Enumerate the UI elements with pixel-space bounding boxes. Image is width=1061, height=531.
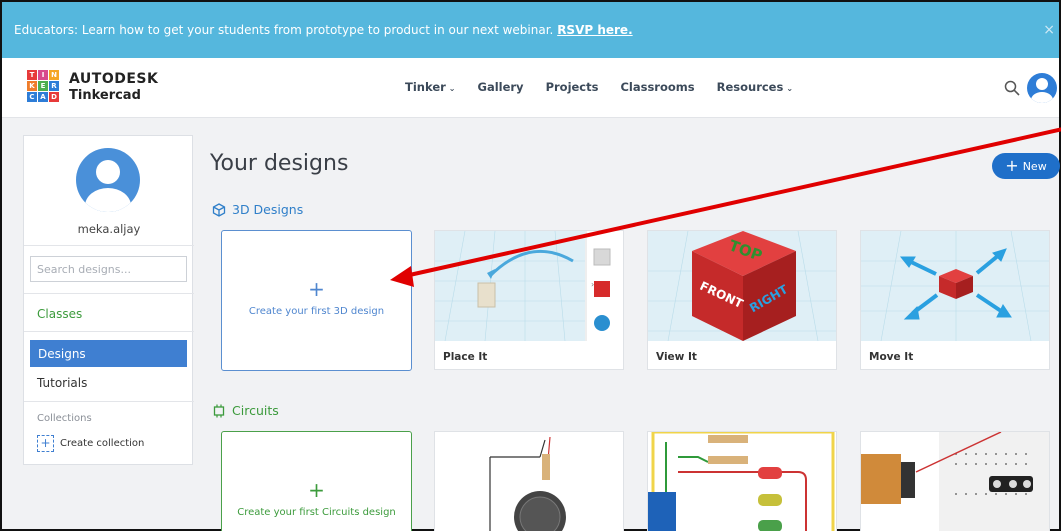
brand-tinkercad[interactable]: Tinkercad	[69, 88, 141, 103]
cube-icon	[212, 202, 226, 217]
banner-text: Educators: Learn how to get your student…	[14, 23, 558, 37]
circuit-card-1[interactable]	[434, 431, 624, 531]
logo-letter: N	[49, 70, 59, 80]
username[interactable]: meka.aljay	[24, 222, 194, 236]
search-designs-input[interactable]: Search designs...	[30, 256, 187, 282]
logo-letter: C	[27, 92, 37, 102]
nav-tinker[interactable]: Tinker ⌄	[405, 80, 456, 94]
view-it-thumbnail: TOP FRONT RIGHT	[648, 231, 836, 341]
logo-letter: K	[27, 81, 37, 91]
user-avatar[interactable]	[1027, 73, 1057, 103]
plus-icon: +	[308, 478, 325, 502]
collections-heading: Collections	[37, 413, 92, 424]
circuit-card-2[interactable]	[647, 431, 837, 531]
plus-icon: +	[308, 277, 325, 301]
design-card-place-it[interactable]: › Place It	[434, 230, 624, 370]
brand-autodesk[interactable]: AUTODESK	[69, 71, 158, 87]
nav-gallery[interactable]: Gallery	[478, 80, 524, 94]
logo-letter: D	[49, 92, 59, 102]
plus-icon: +	[37, 435, 54, 452]
plus-icon: +	[1005, 156, 1019, 175]
nav-resources[interactable]: Resources ⌄	[717, 80, 793, 94]
design-title: Place It	[443, 351, 488, 363]
page-title: Your designs	[210, 151, 349, 176]
close-icon[interactable]: ×	[1043, 2, 1055, 58]
logo-letter: A	[38, 92, 48, 102]
logo-letter: T	[27, 70, 37, 80]
sidebar-item-tutorials[interactable]: Tutorials	[37, 376, 87, 390]
tinkercad-logo[interactable]: TIN KER CAD	[27, 70, 59, 102]
announcement-banner: Educators: Learn how to get your student…	[2, 2, 1059, 58]
main-nav: Tinker ⌄ Gallery Projects Classrooms Reso…	[405, 80, 793, 94]
circuit-card-3[interactable]	[860, 431, 1050, 531]
search-icon[interactable]	[1004, 80, 1020, 96]
profile-avatar[interactable]	[76, 148, 140, 212]
create-3d-design-card[interactable]: + Create your first 3D design	[221, 230, 412, 371]
circuit-thumbnail	[861, 432, 1049, 531]
sidebar: meka.aljay Search designs... Classes Des…	[23, 135, 194, 465]
logo-letter: I	[38, 70, 48, 80]
create-collection-button[interactable]: + Create collection	[37, 435, 144, 452]
section-circuits[interactable]: Circuits	[212, 403, 279, 418]
top-nav-bar: TIN KER CAD AUTODESK Tinkercad Tinker ⌄ Gal…	[2, 58, 1059, 118]
circuit-thumbnail	[435, 432, 623, 531]
sidebar-item-designs[interactable]: Designs	[30, 340, 187, 367]
circuit-thumbnail	[648, 432, 836, 531]
sidebar-item-classes[interactable]: Classes	[37, 307, 82, 321]
create-circuits-design-card[interactable]: + Create your first Circuits design	[221, 431, 412, 531]
place-it-thumbnail: ›	[435, 231, 623, 341]
design-title: Move It	[869, 351, 914, 363]
rsvp-link[interactable]: RSVP here.	[557, 23, 632, 37]
logo-letter: R	[49, 81, 59, 91]
section-3d-designs[interactable]: 3D Designs	[212, 202, 303, 217]
svg-text:›: ›	[591, 280, 594, 289]
chevron-down-icon: ⌄	[448, 84, 456, 93]
design-title: View It	[656, 351, 697, 363]
logo-letter: E	[38, 81, 48, 91]
design-card-view-it[interactable]: TOP FRONT RIGHT View It	[647, 230, 837, 370]
chip-icon	[213, 404, 225, 417]
new-button[interactable]: + New	[992, 153, 1060, 179]
chevron-down-icon: ⌄	[786, 84, 794, 93]
nav-projects[interactable]: Projects	[546, 80, 599, 94]
move-it-thumbnail	[861, 231, 1049, 341]
design-card-move-it[interactable]: Move It	[860, 230, 1050, 370]
nav-classrooms[interactable]: Classrooms	[620, 80, 694, 94]
